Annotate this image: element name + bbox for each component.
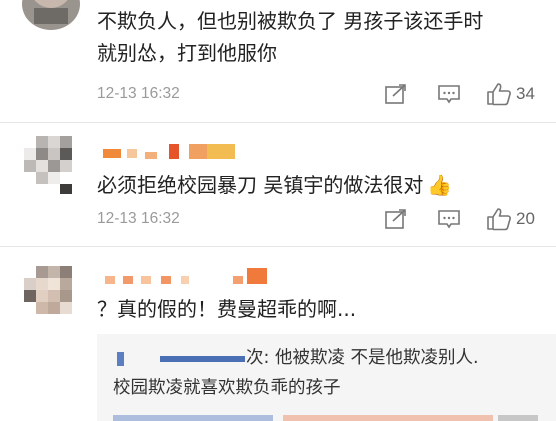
like-count: 20 [516, 209, 535, 228]
username-obscured[interactable] [97, 142, 247, 160]
thumbs-up-emoji: 👍 [427, 173, 453, 197]
comment-text: 必须拒绝校园暴刀 吴镇宇的做法很对 👍 [97, 173, 453, 197]
like-icon[interactable] [486, 82, 512, 106]
reply-text-partial [113, 411, 556, 421]
like-icon[interactable] [486, 207, 512, 231]
reply-text: 次: 他被欺凌 不是他欺凌别人. [246, 348, 479, 368]
avatar[interactable] [22, 0, 80, 30]
username-obscured[interactable] [97, 266, 277, 286]
share-icon[interactable] [384, 83, 408, 105]
reply-text: 校园欺凌就喜欢欺负乖的孩子 [113, 378, 341, 398]
comment-text: ？真的假的！费曼超乖的啊... [97, 297, 357, 321]
comment-icon[interactable] [437, 208, 461, 230]
avatar[interactable] [22, 266, 80, 324]
comment-icon[interactable] [437, 83, 461, 105]
divider [0, 122, 556, 123]
comment-text: 不欺负人，但也别被欺负了 男孩子该还手时 就别怂，打到他服你 [97, 9, 484, 65]
comment-timestamp: 12-13 16:32 [97, 210, 180, 227]
reply-username-obscured[interactable] [115, 346, 245, 370]
divider [0, 246, 556, 247]
share-icon[interactable] [384, 208, 408, 230]
avatar[interactable] [22, 136, 80, 194]
comment-timestamp: 12-13 16:32 [97, 85, 180, 102]
like-count: 34 [516, 84, 535, 103]
